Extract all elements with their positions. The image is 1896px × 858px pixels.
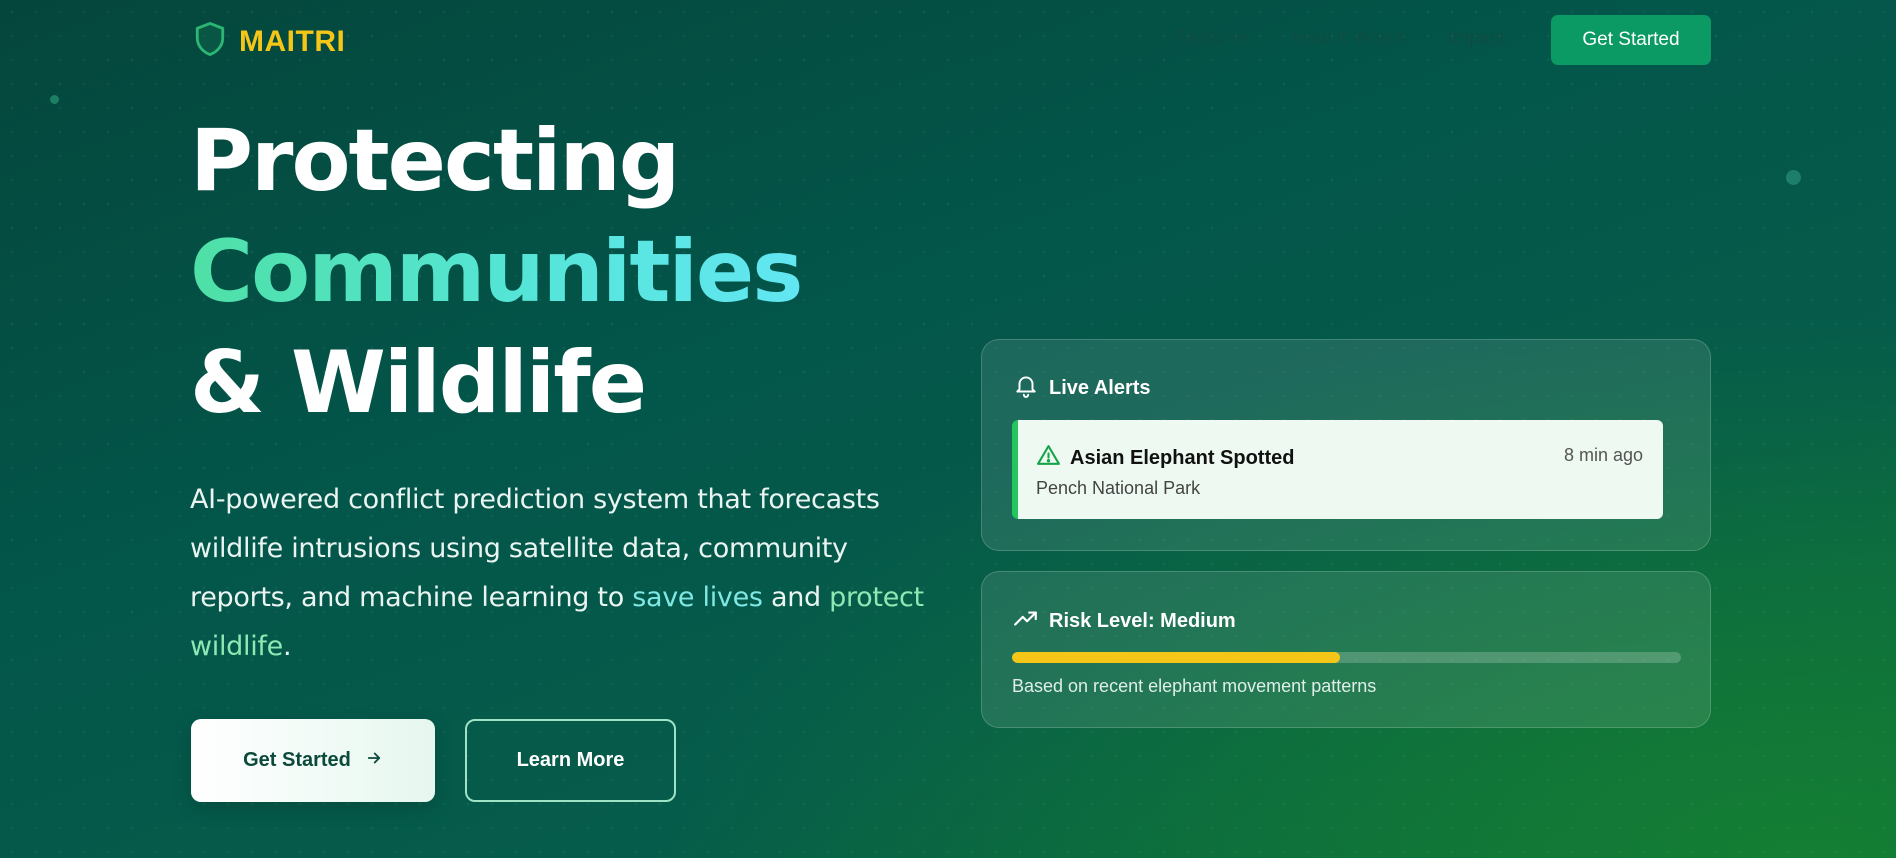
- warning-triangle-icon: [1036, 443, 1061, 474]
- hero-title-line-3: & Wildlife: [190, 333, 647, 433]
- bell-icon: [1013, 372, 1039, 404]
- arrow-right-icon: [365, 749, 383, 773]
- highlight-save-lives: save lives: [632, 582, 763, 613]
- live-alerts-card: Live Alerts Asian Elephant Spotted 8 min…: [981, 339, 1711, 551]
- risk-level-note: Based on recent elephant movement patter…: [1012, 676, 1377, 696]
- get-started-label: Get Started: [243, 749, 351, 771]
- alert-title: Asian Elephant Spotted: [1036, 443, 1294, 474]
- decorative-dot: [50, 95, 59, 104]
- learn-more-button[interactable]: Learn More: [465, 719, 676, 802]
- hero-description-text: .: [282, 631, 292, 662]
- hero-title: Protecting Communities & Wildlife: [190, 106, 803, 439]
- trending-up-icon: [1013, 605, 1039, 637]
- nav-links: Features How It Works Impact: [1176, 28, 1505, 50]
- shield-icon: [193, 20, 227, 63]
- hero-title-line-2: Communities: [190, 217, 803, 328]
- alert-location: Pench National Park: [1036, 478, 1201, 498]
- live-alerts-header: Live Alerts: [1013, 372, 1151, 404]
- alert-title-text: Asian Elephant Spotted: [1070, 447, 1295, 469]
- decorative-dot: [1786, 170, 1801, 185]
- risk-level-bar: [1012, 652, 1681, 663]
- alert-timestamp: 8 min ago: [1563, 445, 1643, 465]
- nav-link-how-it-works[interactable]: How It Works: [1293, 28, 1406, 50]
- hero-title-line-1: Protecting: [190, 111, 680, 211]
- hero-description-text: and: [762, 582, 830, 613]
- risk-level-card: Risk Level: Medium Based on recent eleph…: [981, 571, 1711, 728]
- hero-description: AI-powered conflict prediction system th…: [190, 475, 930, 671]
- risk-level-title: Risk Level: Medium: [1049, 609, 1236, 632]
- risk-level-header: Risk Level: Medium: [1013, 605, 1236, 637]
- alert-item[interactable]: Asian Elephant Spotted 8 min ago Pench N…: [1012, 420, 1663, 519]
- top-navigation: MAITRI Features How It Works Impact Get …: [0, 0, 1896, 82]
- live-alerts-title: Live Alerts: [1049, 376, 1151, 399]
- nav-get-started-button[interactable]: Get Started: [1551, 15, 1711, 65]
- get-started-button[interactable]: Get Started: [191, 719, 435, 802]
- risk-level-fill: [1012, 652, 1340, 663]
- nav-link-impact[interactable]: Impact: [1448, 28, 1505, 50]
- nav-link-features[interactable]: Features: [1176, 28, 1251, 50]
- brand-logo[interactable]: MAITRI: [193, 20, 345, 63]
- brand-name: MAITRI: [239, 24, 346, 58]
